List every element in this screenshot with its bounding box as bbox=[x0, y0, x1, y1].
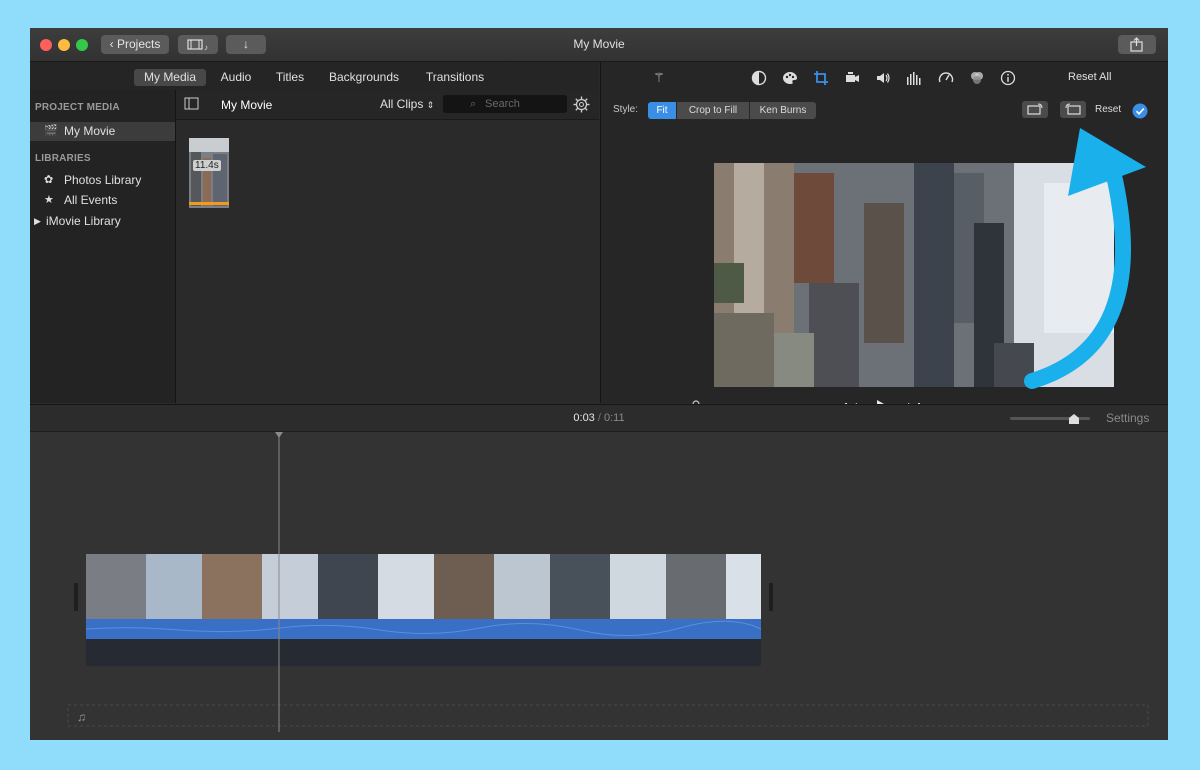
annotation-arrow bbox=[1024, 128, 1146, 389]
